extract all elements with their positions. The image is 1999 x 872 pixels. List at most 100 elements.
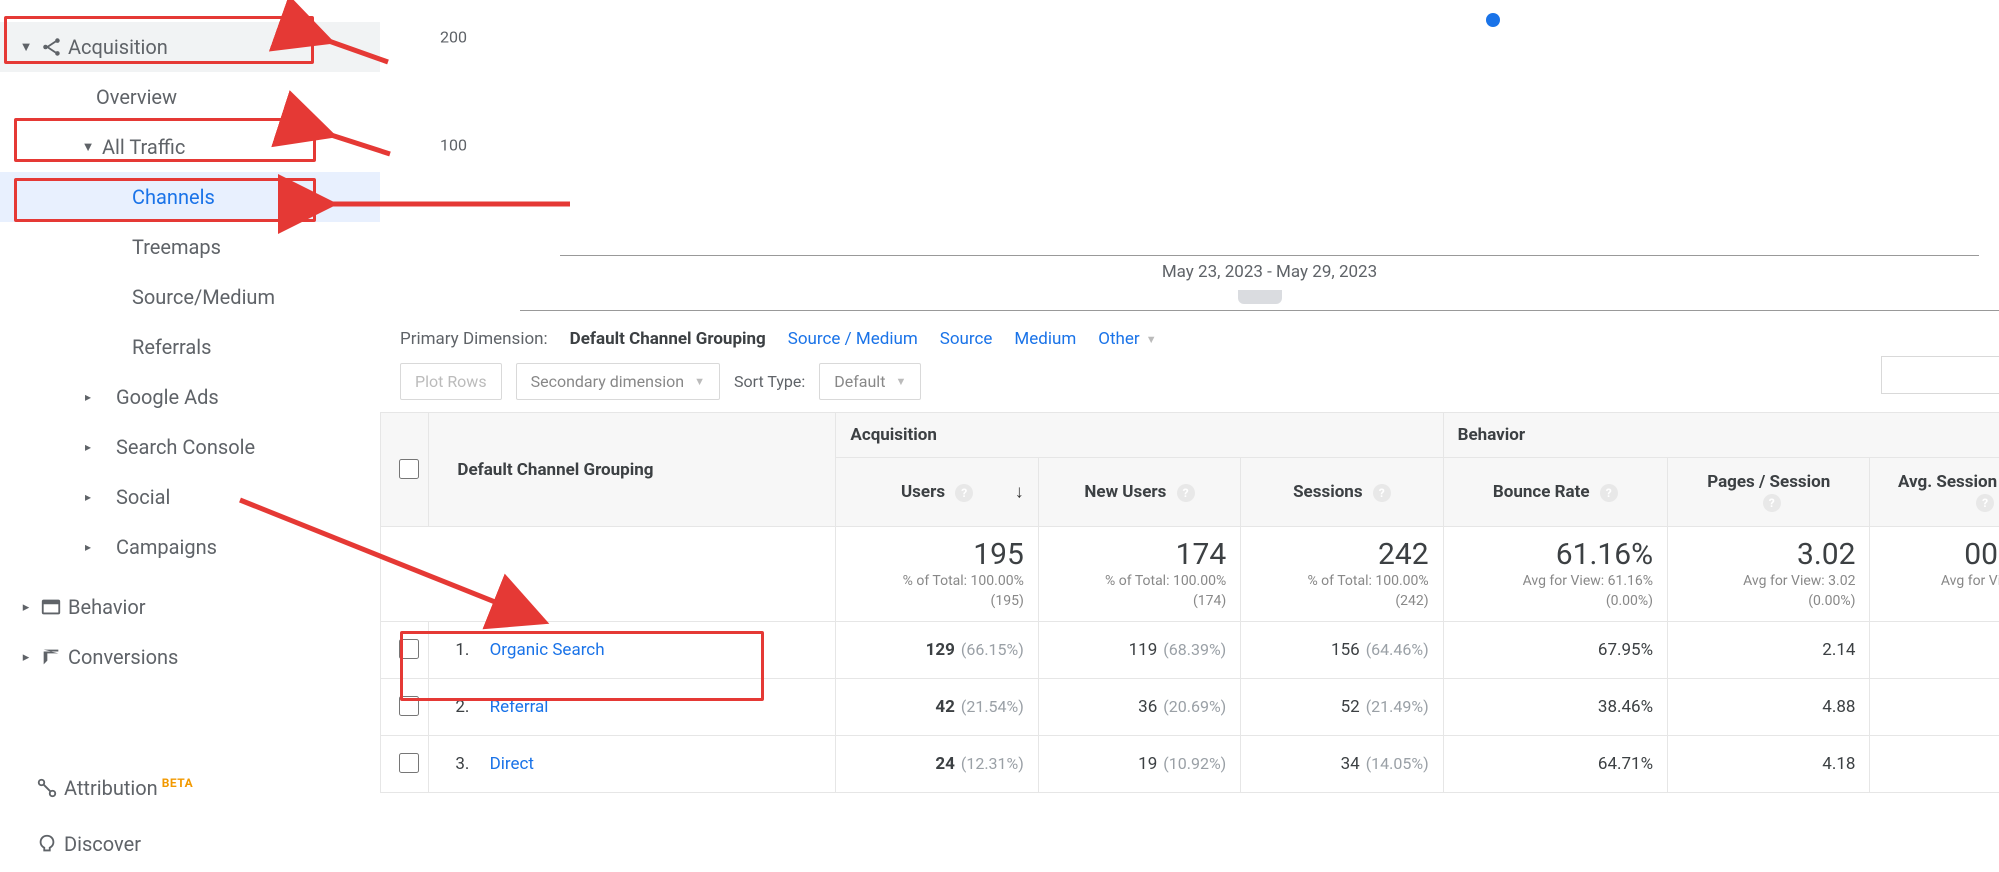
- secondary-dimension-dropdown[interactable]: Secondary dimension ▼: [516, 363, 720, 400]
- nav-search-console[interactable]: ▸ Search Console: [0, 422, 380, 472]
- nav-conversions[interactable]: ▸ Conversions: [0, 632, 380, 682]
- table-row: 1. Organic Search 129(66.15%) 119(68.39%…: [381, 622, 1999, 679]
- cell-bounce: 67.95%: [1443, 622, 1667, 679]
- nav-channels[interactable]: Channels: [0, 172, 380, 222]
- channel-link-direct[interactable]: Direct: [490, 754, 534, 774]
- line-chart[interactable]: 200 100: [480, 15, 1999, 255]
- nav-all-traffic[interactable]: ▼ All Traffic: [0, 122, 380, 172]
- cell-sessions: 52: [1341, 697, 1360, 717]
- cell-pps: 2.14: [1668, 622, 1870, 679]
- row-checkbox[interactable]: [399, 696, 419, 716]
- header-new-users[interactable]: New Users ?: [1038, 458, 1240, 527]
- table-row: 2. Referral 42(21.54%) 36(20.69%) 52(21.…: [381, 679, 1999, 736]
- help-icon[interactable]: ?: [1976, 494, 1994, 512]
- sort-type-dropdown[interactable]: Default ▼: [819, 363, 921, 400]
- channel-link-organic-search[interactable]: Organic Search: [490, 640, 605, 660]
- nav-channels-label: Channels: [132, 185, 380, 209]
- caret-down-icon: ▼: [895, 375, 906, 388]
- cell-users-pct: (66.15%): [961, 640, 1024, 659]
- nav-referrals[interactable]: Referrals: [0, 322, 380, 372]
- dim-link-other[interactable]: Other ▼: [1098, 329, 1156, 349]
- cell-pps: 4.88: [1668, 679, 1870, 736]
- cell-users: 129: [926, 640, 955, 660]
- nav-treemaps[interactable]: Treemaps: [0, 222, 380, 272]
- cell-asd: 00:01:25: [1870, 622, 1999, 679]
- row-checkbox[interactable]: [399, 753, 419, 773]
- header-group-acquisition: Acquisition: [836, 413, 1443, 458]
- nav-overview-label: Overview: [96, 85, 380, 109]
- header-pages-per-session[interactable]: Pages / Session ?: [1668, 458, 1870, 527]
- plot-rows-button[interactable]: Plot Rows: [400, 363, 502, 400]
- nav-google-ads-label: Google Ads: [116, 385, 380, 409]
- total-sessions: 242 % of Total: 100.00% (242): [1241, 527, 1443, 622]
- discover-icon: [30, 833, 64, 855]
- help-icon[interactable]: ?: [1177, 484, 1195, 502]
- nav-campaigns[interactable]: ▸ Campaigns: [0, 522, 380, 572]
- nav-attribution-label: AttributionBETA: [64, 776, 380, 800]
- caret-right-icon: ▸: [18, 650, 34, 665]
- sidebar: ▼ Acquisition Overview ▼ All Traffic Cha…: [0, 0, 380, 872]
- help-icon[interactable]: ?: [1763, 494, 1781, 512]
- cell-new-users-pct: (10.92%): [1163, 754, 1226, 773]
- cell-new-users: 36: [1138, 697, 1157, 717]
- total-new-users: 174 % of Total: 100.00% (174): [1038, 527, 1240, 622]
- total-asd: 00:01:39 Avg for View: 00:01:39 (0.00%): [1870, 527, 1999, 622]
- select-all-checkbox[interactable]: [399, 459, 419, 479]
- row-index: 2.: [443, 697, 469, 717]
- header-sessions[interactable]: Sessions ?: [1241, 458, 1443, 527]
- help-icon[interactable]: ?: [1600, 484, 1618, 502]
- cell-users: 24: [935, 754, 955, 774]
- cell-sessions-pct: (64.46%): [1366, 640, 1429, 659]
- cell-sessions-pct: (14.05%): [1366, 754, 1429, 773]
- help-icon[interactable]: ?: [955, 484, 973, 502]
- nav-behavior[interactable]: ▸ Behavior: [0, 582, 380, 632]
- sort-desc-icon: ↓: [1015, 482, 1024, 503]
- dim-link-medium[interactable]: Medium: [1014, 329, 1076, 349]
- dim-link-source-medium[interactable]: Source / Medium: [788, 329, 918, 349]
- totals-row: 195 % of Total: 100.00% (195) 174 % of T…: [381, 527, 1999, 622]
- caret-down-icon: ▼: [18, 39, 34, 55]
- nav-source-medium[interactable]: Source/Medium: [0, 272, 380, 322]
- caret-down-icon: ▼: [80, 139, 96, 155]
- channel-cell: 2. Referral: [429, 679, 836, 736]
- header-bounce-rate[interactable]: Bounce Rate ?: [1443, 458, 1667, 527]
- total-bounce-rate: 61.16% Avg for View: 61.16% (0.00%): [1443, 527, 1667, 622]
- chart-expand-handle[interactable]: [1238, 290, 1282, 304]
- chart-data-point: [1486, 13, 1500, 27]
- nav-acquisition[interactable]: ▼ Acquisition: [0, 22, 380, 72]
- dim-link-other-label: Other: [1098, 329, 1139, 349]
- total-pps: 3.02 Avg for View: 3.02 (0.00%): [1668, 527, 1870, 622]
- nav-behavior-label: Behavior: [68, 595, 380, 619]
- date-range-label: May 23, 2023 - May 29, 2023: [560, 256, 1979, 288]
- nav-discover[interactable]: Discover: [0, 816, 380, 872]
- nav-attribution[interactable]: AttributionBETA: [0, 760, 380, 816]
- header-asd-label: Avg. Session Duration: [1898, 472, 1999, 492]
- sort-type-label: Sort Type:: [734, 372, 805, 391]
- y-axis-label-100: 100: [440, 136, 467, 155]
- caret-down-icon: ▼: [1146, 333, 1157, 346]
- help-icon[interactable]: ?: [1373, 484, 1391, 502]
- header-users[interactable]: Users ? ↓: [836, 458, 1038, 527]
- caret-right-icon: ▸: [18, 600, 34, 615]
- cell-pps: 4.18: [1668, 736, 1870, 793]
- table-search-input[interactable]: [1881, 356, 1999, 394]
- channel-cell: 1. Organic Search: [429, 622, 836, 679]
- cell-new-users-pct: (68.39%): [1163, 640, 1226, 659]
- primary-dimension-active[interactable]: Default Channel Grouping: [570, 329, 766, 349]
- header-dimension[interactable]: Default Channel Grouping: [429, 413, 836, 527]
- nav-google-ads[interactable]: ▸ Google Ads: [0, 372, 380, 422]
- nav-acquisition-label: Acquisition: [68, 35, 380, 59]
- header-sessions-label: Sessions: [1293, 482, 1362, 502]
- nav-all-traffic-label: All Traffic: [102, 135, 380, 159]
- caret-right-icon: ▸: [80, 540, 96, 554]
- dim-link-source[interactable]: Source: [940, 329, 993, 349]
- nav-social[interactable]: ▸ Social: [0, 472, 380, 522]
- header-avg-session-duration[interactable]: Avg. Session Duration ?: [1870, 458, 1999, 527]
- nav-overview[interactable]: Overview: [0, 72, 380, 122]
- row-checkbox[interactable]: [399, 639, 419, 659]
- acquisition-icon: [34, 36, 68, 58]
- table-row: 3. Direct 24(12.31%) 19(10.92%) 34(14.05…: [381, 736, 1999, 793]
- header-users-label: Users: [901, 482, 945, 502]
- nav-source-medium-label: Source/Medium: [132, 285, 380, 309]
- channel-link-referral[interactable]: Referral: [490, 697, 549, 717]
